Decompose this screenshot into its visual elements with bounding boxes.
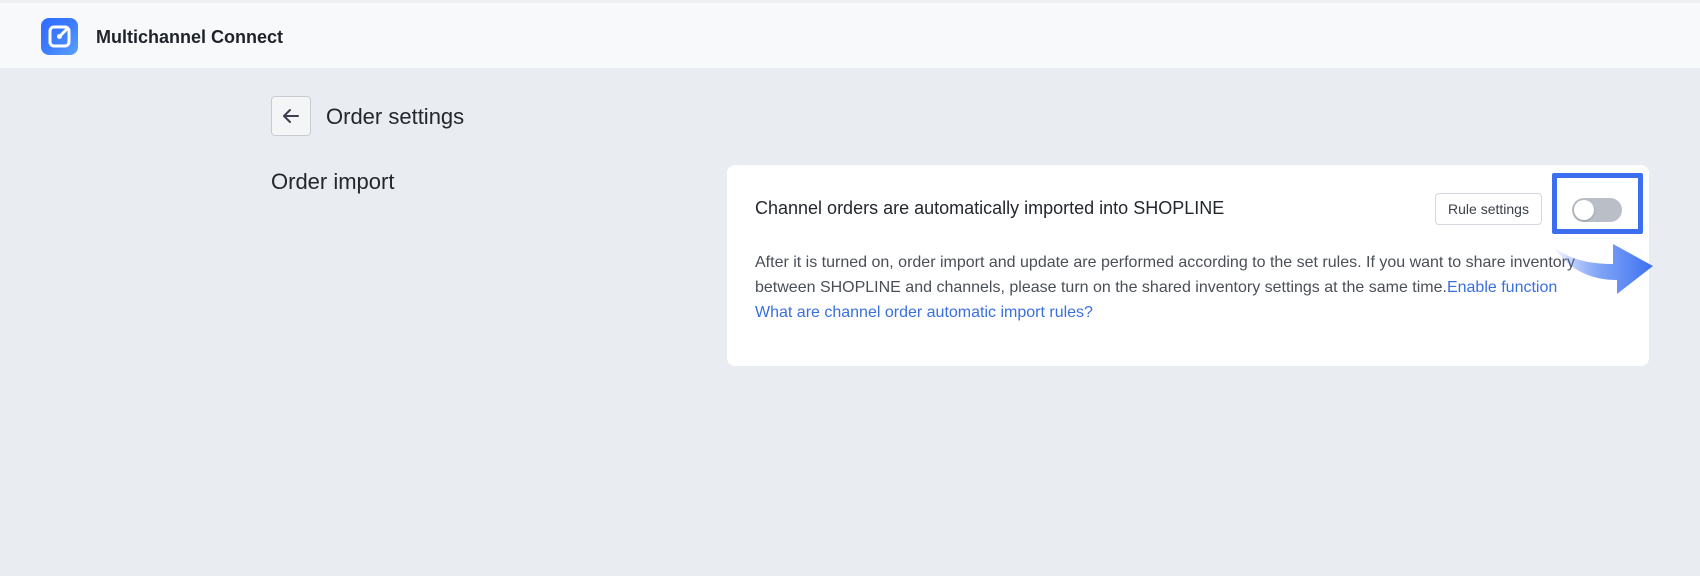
auto-import-toggle[interactable]	[1572, 198, 1622, 222]
toggle-knob	[1574, 200, 1594, 220]
top-bar: Multichannel Connect	[0, 0, 1700, 68]
arrow-left-icon	[283, 109, 299, 123]
order-import-card: Channel orders are automatically importe…	[727, 165, 1649, 366]
enable-function-link[interactable]: Enable function	[1447, 279, 1557, 296]
rule-settings-button[interactable]: Rule settings	[1435, 193, 1542, 225]
card-heading: Channel orders are automatically importe…	[755, 198, 1225, 218]
back-button[interactable]	[271, 96, 311, 136]
app-title: Multichannel Connect	[96, 27, 284, 47]
import-rules-link[interactable]: What are channel order automatic import …	[755, 300, 1605, 325]
pointer-arrow-icon	[1553, 244, 1653, 294]
section-title: Order import	[271, 169, 395, 194]
app-logo-icon[interactable]	[41, 18, 78, 55]
page-title: Order settings	[326, 104, 465, 129]
card-description: After it is turned on, order import and …	[755, 250, 1605, 325]
